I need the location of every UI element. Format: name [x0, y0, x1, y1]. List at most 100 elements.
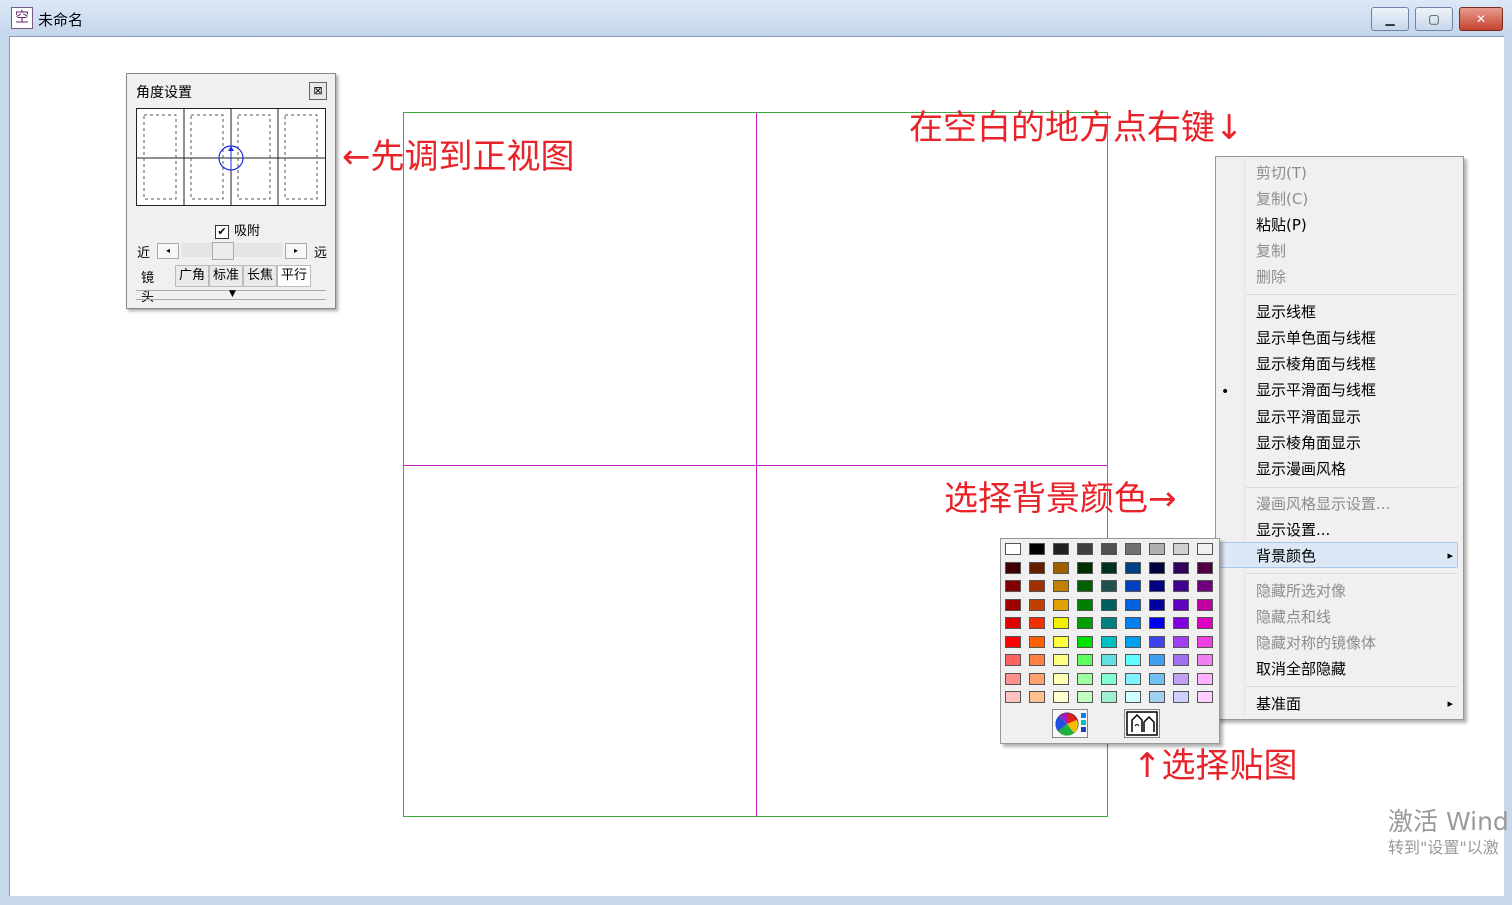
- maximize-button[interactable]: ▢: [1415, 7, 1453, 31]
- color-swatch[interactable]: [1149, 617, 1165, 629]
- texture-image-icon[interactable]: [1124, 709, 1160, 738]
- color-swatch[interactable]: [1149, 672, 1165, 685]
- slider-left-arrow-icon[interactable]: ◂: [157, 243, 179, 259]
- color-wheel-icon[interactable]: [1052, 709, 1088, 738]
- color-swatch[interactable]: [1125, 598, 1141, 611]
- menu-item-delete[interactable]: 删除: [1256, 266, 1286, 288]
- color-swatch[interactable]: [1173, 691, 1189, 703]
- color-swatch[interactable]: [1149, 691, 1165, 703]
- color-swatch[interactable]: [1029, 580, 1045, 592]
- color-swatch[interactable]: [1029, 617, 1045, 629]
- slider-thumb[interactable]: [212, 242, 234, 260]
- color-swatch[interactable]: [1005, 635, 1021, 648]
- snap-checkbox[interactable]: ✔: [215, 224, 229, 239]
- color-swatch[interactable]: [1173, 617, 1189, 629]
- menu-item-hide-selected[interactable]: 隐藏所选对像: [1256, 580, 1346, 602]
- menu-item-show-faceted-wireframe[interactable]: 显示棱角面与线框: [1256, 353, 1376, 375]
- color-swatch[interactable]: [1125, 580, 1141, 592]
- color-swatch[interactable]: [1029, 654, 1045, 666]
- menu-item-show-manga[interactable]: 显示漫画风格: [1256, 458, 1346, 480]
- color-swatch[interactable]: [1101, 580, 1117, 592]
- color-swatch[interactable]: [1029, 691, 1045, 703]
- color-swatch[interactable]: [1053, 561, 1069, 574]
- color-swatch[interactable]: [1053, 580, 1069, 592]
- menu-item-hide-points-lines[interactable]: 隐藏点和线: [1256, 606, 1331, 628]
- menu-item-background-color[interactable]: 背景颜色: [1256, 545, 1316, 567]
- color-swatch[interactable]: [1053, 598, 1069, 611]
- color-swatch[interactable]: [1053, 635, 1069, 648]
- color-swatch[interactable]: [1005, 672, 1021, 685]
- app-house-icon[interactable]: 空: [11, 7, 33, 29]
- color-swatch[interactable]: [1053, 654, 1069, 666]
- color-swatch[interactable]: [1197, 635, 1213, 648]
- menu-item-cut[interactable]: 剪切(T): [1256, 162, 1307, 184]
- color-swatch[interactable]: [1077, 635, 1093, 648]
- color-swatch[interactable]: [1173, 672, 1189, 685]
- color-swatch[interactable]: [1077, 691, 1093, 703]
- menu-item-display-settings[interactable]: 显示设置...: [1256, 519, 1330, 541]
- color-swatch[interactable]: [1197, 617, 1213, 629]
- color-swatch[interactable]: [1173, 635, 1189, 648]
- tab-wide-angle[interactable]: 广角: [175, 265, 209, 287]
- color-swatch[interactable]: [1101, 598, 1117, 611]
- color-swatch[interactable]: [1101, 654, 1117, 666]
- color-swatch[interactable]: [1149, 654, 1165, 666]
- close-button[interactable]: ✕: [1459, 7, 1503, 31]
- menu-item-paste[interactable]: 粘贴(P): [1256, 214, 1307, 236]
- color-swatch[interactable]: [1053, 617, 1069, 629]
- menu-item-show-wireframe[interactable]: 显示线框: [1256, 301, 1316, 323]
- distance-slider[interactable]: [182, 242, 282, 260]
- color-swatch[interactable]: [1005, 691, 1021, 703]
- color-swatch[interactable]: [1197, 543, 1213, 555]
- tab-parallel[interactable]: 平行: [277, 265, 311, 287]
- menu-item-base-plane[interactable]: 基准面: [1256, 693, 1301, 715]
- color-swatch[interactable]: [1197, 672, 1213, 685]
- color-swatch[interactable]: [1173, 543, 1189, 555]
- color-swatch[interactable]: [1005, 561, 1021, 574]
- color-swatch[interactable]: [1149, 561, 1165, 574]
- color-swatch[interactable]: [1101, 672, 1117, 685]
- color-swatch[interactable]: [1197, 598, 1213, 611]
- menu-item-manga-settings[interactable]: 漫画风格显示设置...: [1256, 493, 1390, 515]
- color-swatch[interactable]: [1173, 654, 1189, 666]
- color-swatch[interactable]: [1125, 635, 1141, 648]
- color-swatch[interactable]: [1029, 672, 1045, 685]
- color-swatch[interactable]: [1101, 543, 1117, 555]
- color-swatch[interactable]: [1053, 691, 1069, 703]
- color-swatch[interactable]: [1077, 617, 1093, 629]
- menu-item-show-smooth-wireframe[interactable]: 显示平滑面与线框: [1256, 379, 1376, 401]
- color-swatch[interactable]: [1077, 561, 1093, 574]
- color-swatch[interactable]: [1077, 580, 1093, 592]
- menu-item-duplicate[interactable]: 复制: [1256, 240, 1286, 262]
- color-swatch[interactable]: [1053, 543, 1069, 555]
- color-swatch[interactable]: [1125, 543, 1141, 555]
- color-swatch[interactable]: [1197, 654, 1213, 666]
- color-swatch[interactable]: [1029, 598, 1045, 611]
- menu-item-hide-mirror[interactable]: 隐藏对称的镜像体: [1256, 632, 1376, 654]
- close-icon[interactable]: ⊠: [309, 82, 327, 100]
- menu-item-show-flat-wireframe[interactable]: 显示单色面与线框: [1256, 327, 1376, 349]
- color-swatch[interactable]: [1101, 561, 1117, 574]
- expand-down-icon[interactable]: ▼: [229, 290, 236, 299]
- panel-expand-bar[interactable]: ▼: [136, 290, 326, 300]
- camera-preview[interactable]: [136, 108, 326, 206]
- color-swatch[interactable]: [1077, 672, 1093, 685]
- color-swatch[interactable]: [1149, 580, 1165, 592]
- color-swatch[interactable]: [1173, 580, 1189, 592]
- tab-telephoto[interactable]: 长焦: [243, 265, 277, 287]
- color-swatch[interactable]: [1077, 543, 1093, 555]
- color-swatch[interactable]: [1197, 561, 1213, 574]
- color-swatch[interactable]: [1149, 635, 1165, 648]
- snap-option[interactable]: ✔ 吸附: [215, 220, 260, 239]
- color-swatch[interactable]: [1101, 617, 1117, 629]
- color-swatch[interactable]: [1005, 617, 1021, 629]
- slider-right-arrow-icon[interactable]: ▸: [285, 243, 307, 259]
- color-swatch[interactable]: [1125, 561, 1141, 574]
- tab-standard[interactable]: 标准: [209, 265, 243, 287]
- color-swatch[interactable]: [1197, 580, 1213, 592]
- color-swatch[interactable]: [1197, 691, 1213, 703]
- color-swatch[interactable]: [1149, 598, 1165, 611]
- color-swatch[interactable]: [1077, 654, 1093, 666]
- color-swatch[interactable]: [1029, 543, 1045, 555]
- color-swatch[interactable]: [1029, 561, 1045, 574]
